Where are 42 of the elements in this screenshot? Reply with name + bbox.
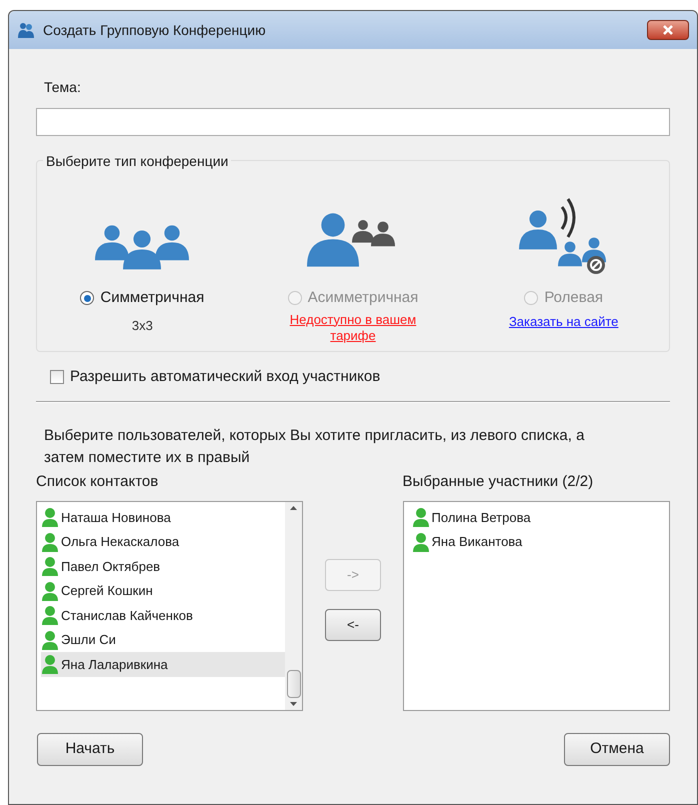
radio-label: Симметричная [100, 288, 204, 308]
topic-label: Тема: [44, 78, 82, 97]
participant-item[interactable]: Полина Ветрова [412, 505, 669, 530]
checkbox-label: Разрешить автоматический вход участников [70, 367, 380, 387]
app-icon [17, 22, 35, 38]
contact-item[interactable]: Павел Октябрев [41, 554, 286, 578]
scroll-down-icon [290, 702, 298, 706]
radio-button[interactable] [80, 291, 94, 306]
contact-icon [41, 556, 59, 576]
close-button[interactable] [647, 20, 689, 40]
contact-item[interactable]: Ольга Некаскалова [41, 530, 286, 554]
contact-icon [41, 630, 59, 650]
contact-item[interactable]: Сергей Кошкин [41, 578, 286, 603]
contact-item[interactable]: Станислав Кайченков [41, 603, 286, 628]
list-title: Список контактов [36, 472, 160, 492]
instructions-text: Выберите пользователей, которых Вы хотите пригласить, из левого списка, а затем поместите их в правый [44, 426, 586, 468]
contact-icon [41, 605, 59, 626]
size-label: 3x3 [132, 316, 153, 334]
radio-label: Ролевая [544, 288, 604, 308]
contact-item[interactable]: Яна Лаларивкина [41, 652, 286, 676]
window-title: Создать Групповую Конференцию [43, 20, 267, 40]
unavailable-note: Недоступно в вашем тарифе [288, 312, 418, 344]
scroll-up-icon [290, 506, 298, 510]
contact-icon [41, 654, 59, 674]
contact-icon [41, 507, 59, 528]
contact-icon [41, 532, 59, 552]
topic-field[interactable] [36, 108, 670, 136]
contact-item[interactable]: Наташа Новинова [41, 505, 286, 530]
scrollbar[interactable] [285, 502, 302, 710]
cancel-button[interactable]: Отмена [564, 733, 670, 766]
list-title: Выбранные участники (2/2) [402, 472, 594, 492]
contact-icon [412, 507, 430, 528]
move-button[interactable]: <- [325, 608, 381, 640]
contact-item[interactable]: Эшли Си [41, 628, 286, 652]
checkbox[interactable] [50, 370, 64, 384]
start-button[interactable]: Начать [37, 733, 143, 766]
contact-icon [41, 580, 59, 601]
scroll-thumb[interactable] [286, 670, 301, 698]
participant-item[interactable]: Яна Викантова [412, 530, 669, 554]
contact-icon [412, 532, 430, 552]
close-icon [662, 25, 674, 35]
radio-label: Асимметричная [308, 288, 418, 308]
